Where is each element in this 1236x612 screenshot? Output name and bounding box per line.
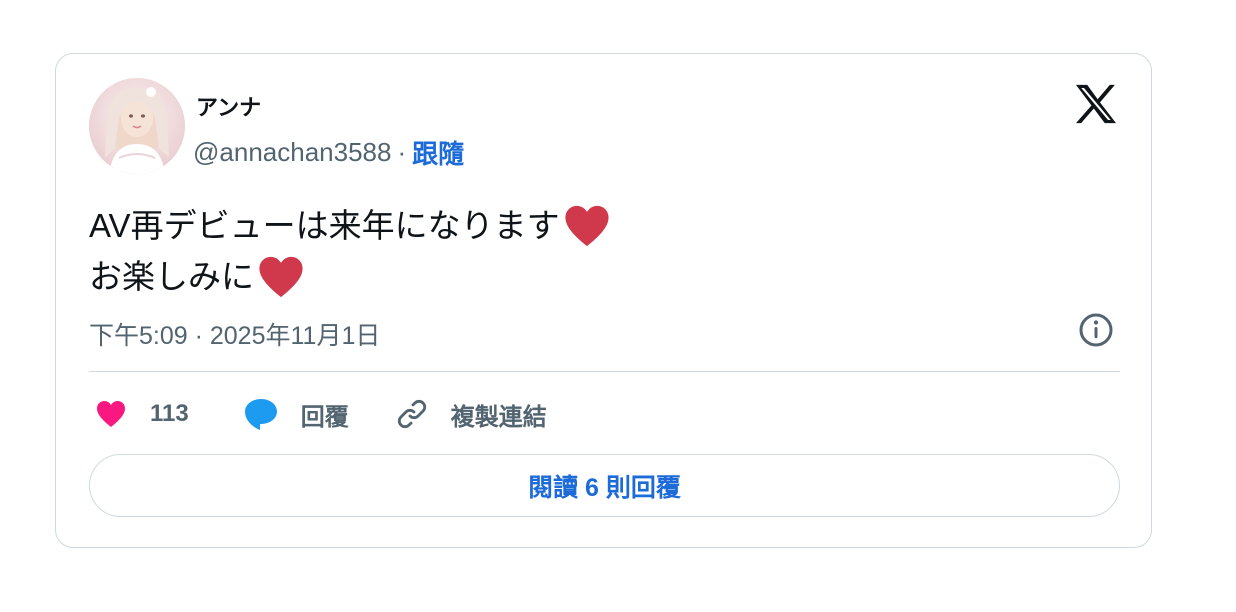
link-icon xyxy=(397,399,426,429)
embedded-tweet-card: アンナ @annachan3588 · 跟隨 AV再デビューは来年になります お… xyxy=(55,53,1152,548)
display-name[interactable]: アンナ xyxy=(196,90,261,122)
copy-link-button[interactable]: 複製連結 xyxy=(395,397,547,432)
handle-row: @annachan3588 · 跟隨 xyxy=(193,134,464,171)
red-heart-emoji-icon xyxy=(259,256,303,297)
info-icon[interactable] xyxy=(1078,312,1114,348)
tweet-line: お楽しみに xyxy=(89,251,1089,302)
reply-button[interactable]: 回覆 xyxy=(243,397,349,432)
tweet-text-line-1: AV再デビューは来年になります xyxy=(89,207,560,244)
tweet-timestamp[interactable]: 下午5:09 · 2025年11月1日 xyxy=(89,316,380,352)
tweet-text-line-2: お楽しみに xyxy=(89,258,254,295)
action-bar: 113 回覆 複製連結 xyxy=(94,394,547,434)
like-button[interactable]: 113 xyxy=(94,399,189,429)
tweet-text: AV再デビューは来年になります お楽しみに xyxy=(89,200,1089,302)
user-handle[interactable]: @annachan3588 xyxy=(193,137,391,168)
speech-bubble-icon xyxy=(244,399,277,430)
tweet-line: AV再デビューは来年になります xyxy=(89,200,1089,251)
avatar-image xyxy=(89,78,185,174)
like-count: 113 xyxy=(150,400,189,427)
read-replies-label: 閱讀 6 則回覆 xyxy=(528,473,681,502)
read-replies-button[interactable]: 閱讀 6 則回覆 xyxy=(89,454,1120,517)
reply-label: 回覆 xyxy=(300,403,349,431)
copy-link-label: 複製連結 xyxy=(450,403,547,431)
follow-link[interactable]: 跟隨 xyxy=(412,134,464,171)
separator-dot: · xyxy=(397,137,407,167)
avatar[interactable] xyxy=(89,78,185,174)
x-logo-icon[interactable] xyxy=(1074,84,1118,124)
divider xyxy=(89,371,1120,372)
red-heart-emoji-icon xyxy=(565,205,609,246)
heart-icon xyxy=(97,401,125,427)
